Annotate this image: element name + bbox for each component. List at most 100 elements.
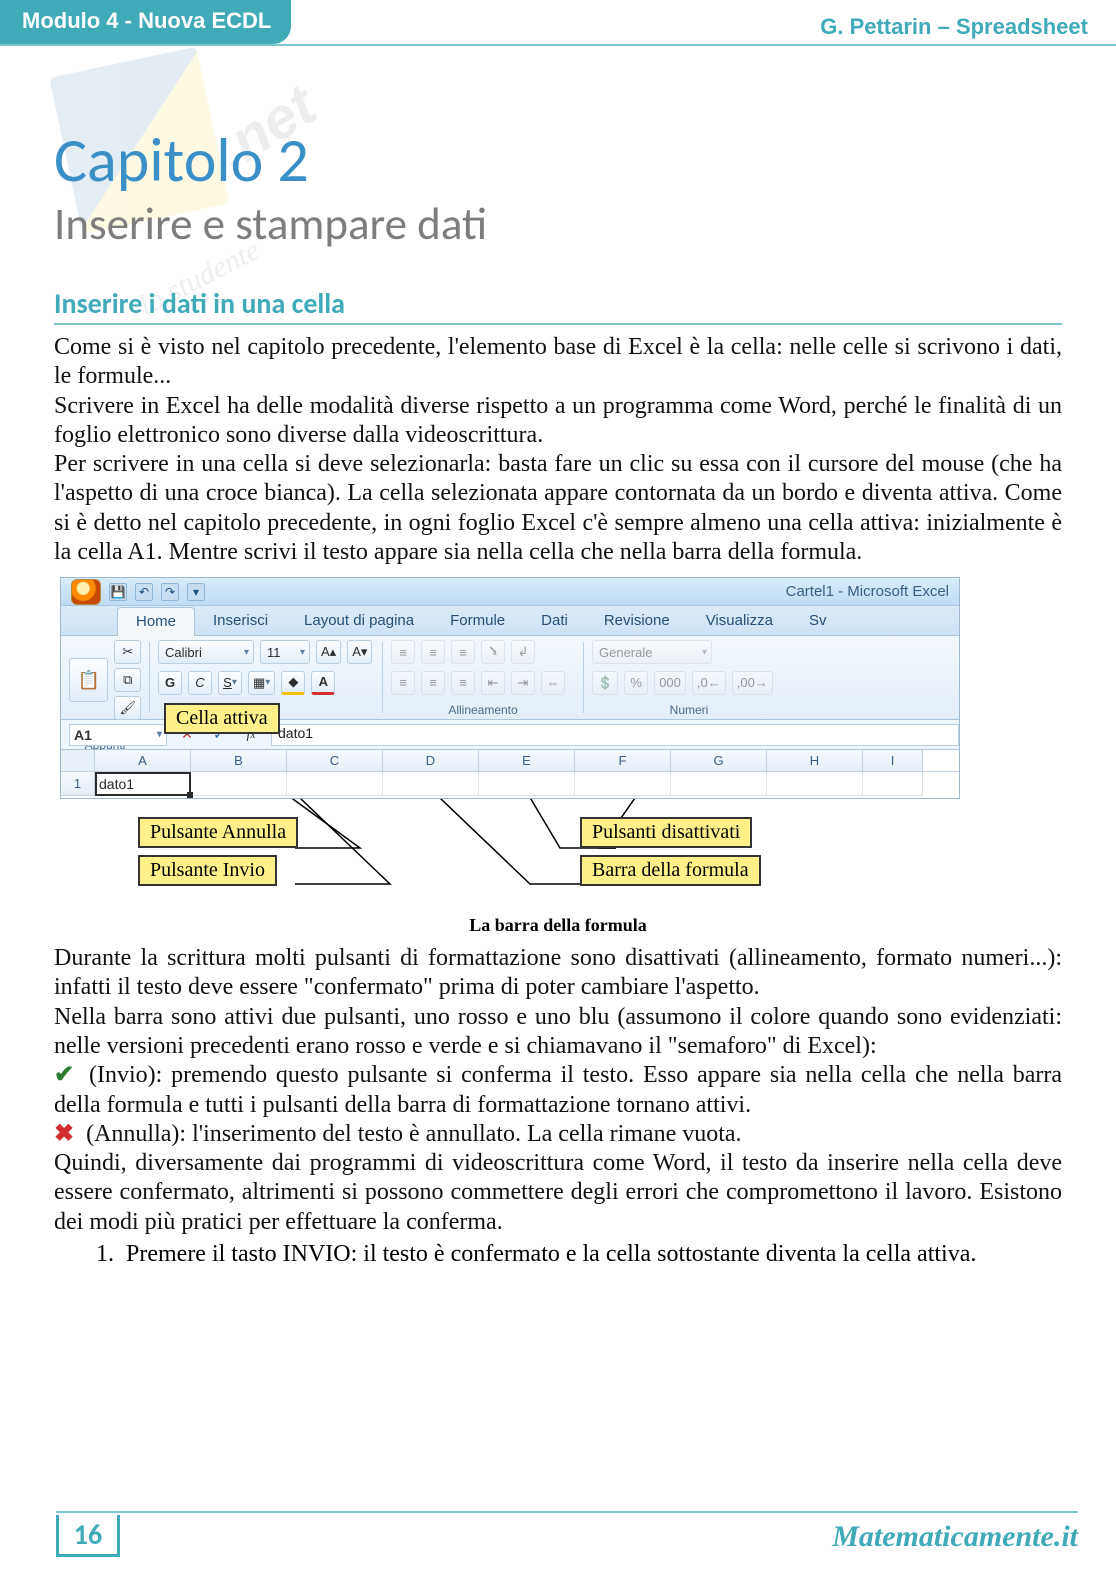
cell[interactable] bbox=[767, 772, 863, 796]
col-header[interactable]: B bbox=[191, 750, 287, 771]
align-mid-icon[interactable]: ≡ bbox=[421, 640, 445, 664]
cell[interactable] bbox=[287, 772, 383, 796]
decrease-decimal-icon[interactable]: ,00→ bbox=[732, 671, 773, 695]
callout-cella-attiva: Cella attiva bbox=[164, 703, 280, 734]
tab-formule[interactable]: Formule bbox=[432, 607, 523, 635]
callout-invio: Pulsante Invio bbox=[138, 855, 277, 886]
number-group-label: Numeri bbox=[592, 703, 786, 717]
align-bot-icon[interactable]: ≡ bbox=[451, 640, 475, 664]
format-painter-icon[interactable]: 🖌 bbox=[114, 696, 141, 720]
figure-excel: 💾 ↶ ↷ ▾ Cartel1 - Microsoft Excel Home I… bbox=[54, 577, 1062, 936]
excel-window: 💾 ↶ ↷ ▾ Cartel1 - Microsoft Excel Home I… bbox=[60, 577, 960, 799]
align-right-icon[interactable]: ≡ bbox=[451, 671, 475, 695]
col-header[interactable]: A bbox=[95, 750, 191, 771]
orientation-icon[interactable]: ⭸ bbox=[481, 640, 505, 664]
cross-icon: ✖ bbox=[54, 1121, 74, 1147]
tab-dati[interactable]: Dati bbox=[523, 607, 586, 635]
paragraph: Nella barra sono attivi due pulsanti, un… bbox=[54, 1003, 1062, 1062]
page-header: Modulo 4 - Nuova ECDL G. Pettarin – Spre… bbox=[0, 0, 1116, 46]
callout-barra: Barra della formula bbox=[580, 855, 761, 886]
page-footer: 16 Matematicamente.it bbox=[0, 1511, 1116, 1557]
cell-a1[interactable]: dato1 bbox=[95, 772, 191, 796]
col-header[interactable]: D bbox=[383, 750, 479, 771]
align-center-icon[interactable]: ≡ bbox=[421, 671, 445, 695]
underline-icon[interactable]: S▾ bbox=[218, 671, 242, 695]
tab-home[interactable]: Home bbox=[117, 607, 195, 636]
qat-more-icon[interactable]: ▾ bbox=[187, 583, 205, 601]
qat-redo-icon[interactable]: ↷ bbox=[161, 583, 179, 601]
col-header[interactable]: F bbox=[575, 750, 671, 771]
cut-icon[interactable]: ✂ bbox=[114, 640, 141, 664]
col-header[interactable]: G bbox=[671, 750, 767, 771]
wrap-text-icon[interactable]: ↲ bbox=[511, 640, 535, 664]
row-header[interactable]: 1 bbox=[61, 772, 95, 796]
check-icon: ✔ bbox=[54, 1062, 74, 1088]
align-group-label: Allineamento bbox=[391, 703, 575, 717]
cell[interactable] bbox=[479, 772, 575, 796]
tab-more[interactable]: Sv bbox=[791, 607, 845, 635]
qat-undo-icon[interactable]: ↶ bbox=[135, 583, 153, 601]
font-size-combo[interactable]: 11▾ bbox=[260, 640, 310, 664]
cell[interactable] bbox=[671, 772, 767, 796]
callout-disattivati: Pulsanti disattivati bbox=[580, 817, 752, 848]
align-left-icon[interactable]: ≡ bbox=[391, 671, 415, 695]
paragraph: Quindi, diversamente dai programmi di vi… bbox=[54, 1149, 1062, 1237]
select-all-corner[interactable] bbox=[61, 750, 95, 771]
list-item: Premere il tasto INVIO: il testo è confe… bbox=[120, 1241, 1062, 1268]
fill-color-icon[interactable]: ◆ bbox=[281, 671, 305, 695]
name-box[interactable]: A1▾ bbox=[69, 724, 167, 746]
paste-button[interactable]: 📋 bbox=[69, 658, 108, 702]
merge-icon[interactable]: ⇔ bbox=[541, 671, 565, 695]
header-right: G. Pettarin – Spreadsheet bbox=[820, 14, 1088, 40]
numbered-list: Premere il tasto INVIO: il testo è confe… bbox=[120, 1241, 1062, 1268]
paragraph: Durante la scrittura molti pulsanti di f… bbox=[54, 944, 1062, 1003]
cell[interactable] bbox=[863, 772, 923, 796]
shrink-font-icon[interactable]: A▾ bbox=[347, 640, 372, 664]
grow-font-icon[interactable]: A▴ bbox=[316, 640, 341, 664]
tab-visualizza[interactable]: Visualizza bbox=[688, 607, 791, 635]
section-heading: Inserire i dati in una cella bbox=[54, 286, 1062, 325]
col-header[interactable]: H bbox=[767, 750, 863, 771]
thousands-icon[interactable]: 000 bbox=[654, 671, 686, 695]
office-button[interactable] bbox=[71, 579, 101, 605]
italic-icon[interactable]: C bbox=[188, 671, 212, 695]
font-name-combo[interactable]: Calibri▾ bbox=[158, 640, 254, 664]
tab-revisione[interactable]: Revisione bbox=[586, 607, 688, 635]
figure-caption: La barra della formula bbox=[54, 915, 1062, 936]
page-number: 16 bbox=[56, 1515, 120, 1557]
indent-dec-icon[interactable]: ⇤ bbox=[481, 671, 505, 695]
paragraph: Come si è visto nel capitolo precedente,… bbox=[54, 333, 1062, 392]
percent-icon[interactable]: % bbox=[624, 671, 648, 695]
tab-inserisci[interactable]: Inserisci bbox=[195, 607, 286, 635]
qat-save-icon[interactable]: 💾 bbox=[109, 583, 127, 601]
cell[interactable] bbox=[383, 772, 479, 796]
ribbon-tabs: Home Inserisci Layout di pagina Formule … bbox=[61, 606, 959, 636]
align-top-icon[interactable]: ≡ bbox=[391, 640, 415, 664]
chapter-title: Capitolo 2 bbox=[54, 128, 1062, 193]
page-content: Capitolo 2 Inserire e stampare dati Inse… bbox=[0, 46, 1116, 1268]
border-icon[interactable]: ▦▾ bbox=[248, 671, 275, 695]
bullet-annulla: ✖ (Annulla): l'inserimento del testo è a… bbox=[54, 1120, 1062, 1149]
col-header[interactable]: C bbox=[287, 750, 383, 771]
bullet-invio: ✔ (Invio): premendo questo pulsante si c… bbox=[54, 1061, 1062, 1120]
footer-brand: Matematicamente.it bbox=[832, 1520, 1078, 1554]
currency-icon[interactable]: 💲 bbox=[592, 671, 618, 695]
cell[interactable] bbox=[575, 772, 671, 796]
col-header[interactable]: E bbox=[479, 750, 575, 771]
font-color-icon[interactable]: A bbox=[311, 671, 335, 695]
tab-layout[interactable]: Layout di pagina bbox=[286, 607, 432, 635]
cell[interactable] bbox=[191, 772, 287, 796]
number-format-combo[interactable]: Generale▾ bbox=[592, 640, 712, 664]
col-header[interactable]: I bbox=[863, 750, 923, 771]
grid: A B C D E F G H I 1 dato1 bbox=[61, 750, 959, 798]
formula-bar-input[interactable]: dato1 bbox=[271, 724, 959, 746]
copy-icon[interactable]: ⧉ bbox=[114, 668, 141, 692]
paragraph: Scrivere in Excel ha delle modalità dive… bbox=[54, 392, 1062, 451]
increase-decimal-icon[interactable]: ,0← bbox=[692, 671, 726, 695]
window-title: Cartel1 - Microsoft Excel bbox=[786, 583, 949, 600]
paragraph: Per scrivere in una cella si deve selezi… bbox=[54, 450, 1062, 567]
callout-annulla: Pulsante Annulla bbox=[138, 817, 298, 848]
bold-icon[interactable]: G bbox=[158, 671, 182, 695]
chapter-subtitle: Inserire e stampare dati bbox=[54, 197, 1062, 252]
indent-inc-icon[interactable]: ⇥ bbox=[511, 671, 535, 695]
